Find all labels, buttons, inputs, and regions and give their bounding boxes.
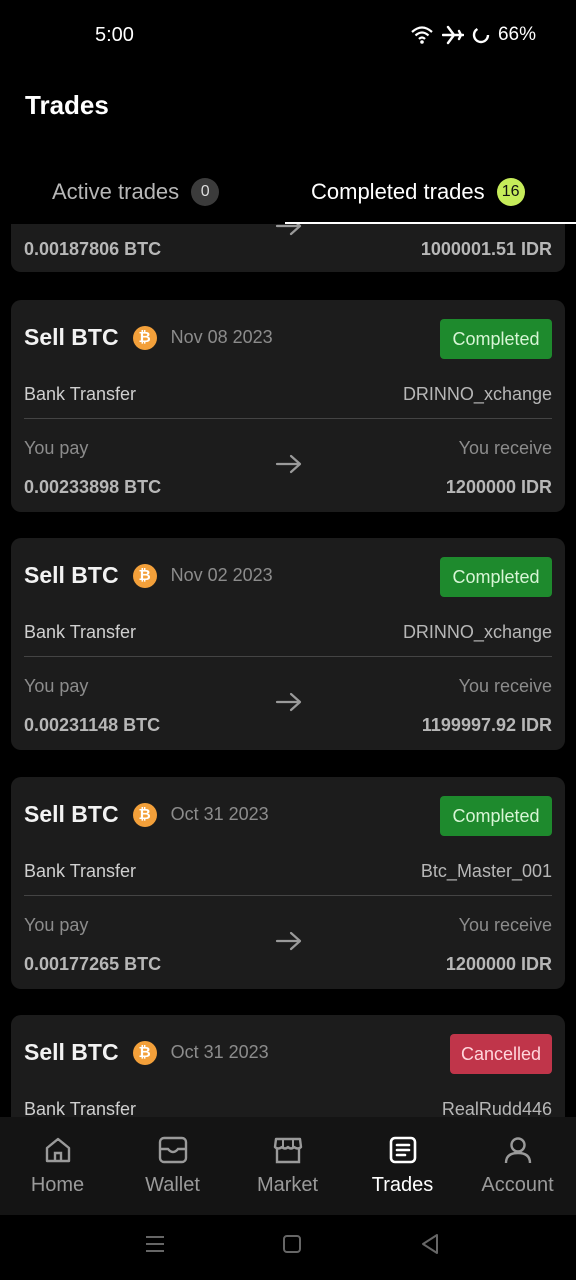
trades-list[interactable]: 0.00187806 BTC 1000001.51 IDR Sell BTC ₿…	[0, 224, 576, 1117]
wifi-icon	[410, 25, 434, 45]
tab-active-trades[interactable]: Active trades 0	[52, 160, 220, 224]
market-icon	[272, 1133, 304, 1167]
you-pay-label: You pay	[24, 438, 89, 458]
payment-method: Bank Transfer	[24, 1099, 137, 1117]
nav-item-trades[interactable]: Trades	[345, 1117, 460, 1215]
receive-amount: 1000001.51 IDR	[420, 239, 552, 259]
back-icon[interactable]	[418, 1231, 442, 1262]
status-badge: Completed	[440, 796, 552, 836]
pay-amount: 0.00187806 BTC	[24, 239, 162, 259]
trade-title: Sell BTC	[24, 324, 119, 350]
nav-label: Trades	[371, 1174, 434, 1196]
home-button-icon[interactable]	[280, 1231, 304, 1262]
receive-amount: 1200000 IDR	[445, 954, 552, 974]
pay-amount: 0.00233898 BTC	[24, 477, 162, 497]
you-receive-label: You receive	[458, 915, 552, 935]
you-receive-label: You receive	[458, 676, 552, 696]
nav-label: Market	[256, 1174, 319, 1196]
tab-completed-trades[interactable]: Completed trades 16	[311, 160, 525, 224]
receive-amount: 1199997.92 IDR	[421, 715, 552, 735]
airplane-icon	[441, 25, 464, 45]
status-badge: Completed	[440, 319, 552, 359]
tab-label: Active trades	[52, 179, 180, 204]
trades-icon	[388, 1133, 418, 1167]
payment-method: Bank Transfer	[24, 861, 137, 881]
battery-icon	[472, 26, 490, 44]
bitcoin-icon: ₿	[132, 325, 157, 350]
nav-item-account[interactable]: Account	[460, 1117, 575, 1215]
battery-percent: 66%	[497, 24, 536, 45]
count-badge: 16	[496, 178, 525, 206]
you-pay-label: You pay	[24, 915, 89, 935]
trade-card[interactable]: 0.00187806 BTC 1000001.51 IDR	[11, 224, 565, 272]
status-icons: 66%	[410, 24, 536, 46]
counterparty-name: DRINNO_xchange	[402, 384, 552, 404]
trade-title: Sell BTC	[24, 1039, 119, 1065]
arrow-right-icon	[275, 931, 303, 956]
trade-card[interactable]: Sell BTC ₿ Oct 31 2023 Cancelled Bank Tr…	[11, 1015, 565, 1117]
trade-card[interactable]: Sell BTC ₿ Nov 08 2023 Completed Bank Tr…	[11, 300, 565, 512]
wallet-icon	[157, 1133, 189, 1167]
account-icon	[502, 1133, 534, 1167]
bitcoin-icon: ₿	[132, 563, 157, 588]
counterparty-name: RealRudd446	[441, 1099, 552, 1117]
status-badge: Completed	[440, 557, 552, 597]
counterparty-name: DRINNO_xchange	[402, 622, 552, 642]
trade-date: Nov 02 2023	[170, 565, 273, 585]
arrow-right-icon	[275, 454, 303, 479]
pay-amount: 0.00231148 BTC	[24, 715, 161, 735]
trade-card-header: Sell BTC ₿ Oct 31 2023	[24, 801, 269, 828]
trade-card-header: Sell BTC ₿ Nov 02 2023	[24, 562, 273, 589]
nav-label: Account	[481, 1174, 554, 1196]
nav-item-market[interactable]: Market	[230, 1117, 345, 1215]
nav-label: Home	[30, 1174, 85, 1196]
nav-item-wallet[interactable]: Wallet	[115, 1117, 230, 1215]
trade-card-header: Sell BTC ₿ Oct 31 2023	[24, 1039, 269, 1066]
receive-amount: 1200000 IDR	[445, 477, 552, 497]
trade-card[interactable]: Sell BTC ₿ Nov 02 2023 Completed Bank Tr…	[11, 538, 565, 750]
status-bar: 5:00 66%	[0, 0, 576, 72]
trade-card[interactable]: Sell BTC ₿ Oct 31 2023 Completed Bank Tr…	[11, 777, 565, 989]
payment-method: Bank Transfer	[24, 622, 137, 642]
page-title: Trades	[25, 90, 109, 120]
tab-label: Completed trades	[311, 179, 485, 204]
bottom-navigation: Home Wallet Market Trades Account	[0, 1117, 576, 1215]
status-time: 5:00	[95, 24, 134, 46]
trade-title: Sell BTC	[24, 801, 119, 827]
trade-tabs: Active trades 0 Completed trades 16	[0, 160, 576, 224]
home-icon	[43, 1133, 73, 1167]
you-pay-label: You pay	[24, 676, 89, 696]
menu-icon[interactable]	[143, 1231, 167, 1262]
count-badge: 0	[191, 178, 220, 206]
divider	[24, 895, 552, 896]
nav-label: Wallet	[145, 1174, 200, 1196]
system-navigation-bar	[0, 1215, 576, 1280]
trade-card-header: Sell BTC ₿ Nov 08 2023	[24, 324, 273, 351]
arrow-right-icon	[275, 224, 303, 241]
trade-date: Oct 31 2023	[170, 1042, 269, 1062]
counterparty-name: Btc_Master_001	[420, 861, 552, 881]
bitcoin-icon: ₿	[132, 1040, 157, 1065]
pay-amount: 0.00177265 BTC	[24, 954, 162, 974]
divider	[24, 656, 552, 657]
divider	[24, 418, 552, 419]
trade-date: Oct 31 2023	[170, 804, 269, 824]
you-receive-label: You receive	[458, 438, 552, 458]
payment-method: Bank Transfer	[24, 384, 137, 404]
nav-item-home[interactable]: Home	[0, 1117, 115, 1215]
arrow-right-icon	[275, 692, 303, 717]
bitcoin-icon: ₿	[132, 802, 157, 827]
trade-date: Nov 08 2023	[170, 327, 273, 347]
status-badge: Cancelled	[450, 1034, 552, 1074]
trade-title: Sell BTC	[24, 562, 119, 588]
